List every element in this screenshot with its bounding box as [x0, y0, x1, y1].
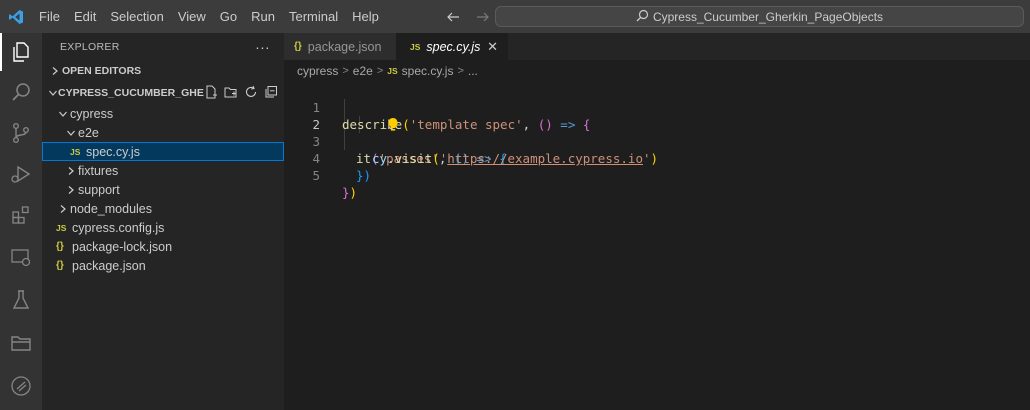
code-line-1: 1 describe('template spec', () => {: [284, 82, 1030, 132]
activity-bar: [0, 33, 42, 410]
tree-file-package-json[interactable]: {} package.json: [42, 256, 284, 275]
tree-folder-e2e[interactable]: e2e: [42, 123, 284, 142]
js-file-icon: JS: [56, 222, 67, 233]
search-icon: [636, 9, 649, 25]
code-text: }): [356, 168, 372, 183]
tree-item-label: e2e: [78, 125, 99, 140]
js-file-icon: JS: [387, 66, 398, 76]
project-section[interactable]: CYPRESS_CUCUMBER_GHER...: [42, 82, 284, 104]
explorer-header: EXPLORER ···: [42, 33, 284, 60]
menu-edit[interactable]: Edit: [67, 0, 103, 33]
open-editors-section[interactable]: OPEN EDITORS: [42, 60, 284, 82]
menu-file[interactable]: File: [32, 0, 67, 33]
menu-bar: File Edit Selection View Go Run Terminal…: [32, 0, 386, 33]
tree-item-label: spec.cy.js: [86, 144, 140, 159]
tree-item-label: package.json: [72, 258, 146, 273]
tree-folder-fixtures[interactable]: fixtures: [42, 161, 284, 180]
open-editors-label: OPEN EDITORS: [62, 65, 142, 77]
tree-item-label: cypress: [70, 106, 114, 121]
more-actions-icon[interactable]: ···: [255, 39, 270, 55]
tree-item-label: node_modules: [70, 201, 153, 216]
explorer-sidebar: EXPLORER ··· OPEN EDITORS CYPRESS_CUCUMB…: [42, 33, 284, 410]
forward-arrow-icon[interactable]: [474, 8, 492, 26]
breadcrumb-folder-cypress[interactable]: cypress: [297, 64, 338, 78]
tree-item-label: cypress.config.js: [72, 220, 165, 235]
search-icon[interactable]: [0, 73, 42, 111]
chevron-right-icon: >: [457, 65, 464, 77]
code-line-5: 5 }): [284, 150, 1030, 200]
json-file-icon: {}: [56, 241, 64, 252]
json-file-icon: {}: [56, 260, 64, 271]
tree-item-label: package-lock.json: [72, 239, 173, 254]
chevron-right-icon: [64, 166, 78, 176]
code-text: }): [342, 185, 358, 200]
tab-label: package.json: [307, 39, 382, 54]
tab-spec-cy-js[interactable]: JS spec.cy.js ✕: [396, 33, 508, 60]
menu-go[interactable]: Go: [213, 0, 244, 33]
breadcrumb-file[interactable]: spec.cy.js: [402, 64, 454, 78]
title-bar: File Edit Selection View Go Run Terminal…: [0, 0, 1030, 33]
editor-tabs: {} package.json JS spec.cy.js ✕: [284, 33, 1030, 60]
json-file-icon: {}: [294, 41, 302, 52]
menu-terminal[interactable]: Terminal: [282, 0, 345, 33]
tab-package-json[interactable]: {} package.json: [284, 33, 396, 60]
breadcrumb-symbol[interactable]: ...: [468, 64, 478, 78]
menu-help[interactable]: Help: [345, 0, 386, 33]
new-file-icon[interactable]: [204, 85, 218, 102]
tree-file-package-lock-json[interactable]: {} package-lock.json: [42, 237, 284, 256]
chevron-down-icon: [64, 128, 78, 138]
remote-explorer-icon[interactable]: [0, 238, 42, 276]
back-arrow-icon[interactable]: [444, 8, 462, 26]
refresh-icon[interactable]: [244, 85, 258, 102]
window-title: Cypress_Cucumber_Gherkin_PageObjects: [652, 9, 884, 24]
source-control-icon[interactable]: [0, 114, 42, 152]
code-line-4: 4 }): [284, 133, 1030, 183]
js-file-icon: JS: [410, 41, 421, 52]
cypress-icon[interactable]: [0, 367, 42, 405]
close-icon[interactable]: ✕: [487, 39, 498, 55]
code-line-3: 3 cy.visit('https://example.cypress.io'): [284, 116, 1030, 166]
tab-label: spec.cy.js: [426, 39, 481, 54]
chevron-right-icon: >: [376, 65, 384, 77]
new-folder-icon[interactable]: [224, 85, 238, 102]
chevron-right-icon: [64, 185, 78, 195]
explorer-title: EXPLORER: [60, 40, 120, 53]
navigation-arrows: [444, 0, 492, 33]
menu-selection[interactable]: Selection: [103, 0, 170, 33]
chevron-right-icon: [48, 66, 62, 76]
chevron-down-icon: [48, 88, 58, 98]
chevron-right-icon: [56, 204, 70, 214]
menu-run[interactable]: Run: [244, 0, 282, 33]
vscode-logo-icon: [0, 0, 32, 33]
line-number: 5: [312, 168, 320, 183]
tree-folder-cypress[interactable]: cypress: [42, 104, 284, 123]
tree-file-cypress-config-js[interactable]: JS cypress.config.js: [42, 218, 284, 237]
tree-item-label: fixtures: [78, 163, 119, 178]
lightbulb-icon[interactable]: [342, 100, 398, 131]
js-file-icon: JS: [70, 146, 81, 157]
tree-folder-support[interactable]: support: [42, 180, 284, 199]
code-editor[interactable]: 1 describe('template spec', () => { 2 it…: [284, 82, 1030, 410]
tree-folder-node-modules[interactable]: node_modules: [42, 199, 284, 218]
testing-icon[interactable]: [0, 281, 42, 319]
tree-file-spec-cy-js[interactable]: JS spec.cy.js: [42, 142, 284, 161]
command-center-search[interactable]: Cypress_Cucumber_Gherkin_PageObjects: [495, 6, 1024, 27]
breadcrumb-folder-e2e[interactable]: e2e: [353, 64, 373, 78]
collapse-all-icon[interactable]: [264, 85, 278, 102]
chevron-right-icon: >: [342, 65, 349, 77]
run-debug-icon[interactable]: [0, 155, 42, 193]
menu-view[interactable]: View: [171, 0, 213, 33]
folder-icon[interactable]: [0, 324, 42, 362]
breadcrumb: cypress > e2e > JS spec.cy.js > ...: [284, 60, 1030, 82]
code-line-2: 2 it('passes', () => {: [284, 99, 1030, 166]
extensions-icon[interactable]: [0, 196, 42, 234]
project-name: CYPRESS_CUCUMBER_GHER...: [58, 87, 204, 99]
tree-item-label: support: [78, 182, 120, 197]
chevron-down-icon: [56, 109, 70, 119]
explorer-icon[interactable]: [0, 33, 42, 71]
